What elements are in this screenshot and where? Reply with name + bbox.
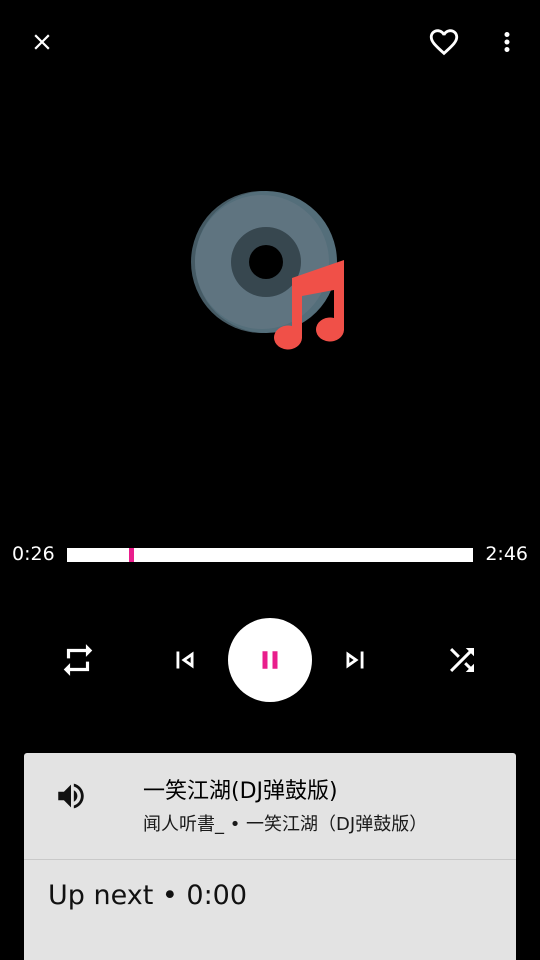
close-button[interactable] bbox=[18, 18, 66, 66]
shuffle-icon bbox=[450, 648, 474, 672]
track-title: 一笑江湖(DJ弹鼓版) bbox=[143, 779, 338, 804]
pause-icon bbox=[262, 651, 278, 669]
repeat-icon bbox=[63, 644, 93, 676]
music-disc-icon bbox=[191, 191, 344, 350]
now-playing-item[interactable]: 一笑江湖(DJ弹鼓版) 闻人听書_ • 一笑江湖（DJ弹鼓版） bbox=[24, 753, 516, 859]
more-options-button[interactable] bbox=[486, 18, 528, 66]
skip-next-icon bbox=[346, 651, 364, 669]
heart-outline-icon bbox=[429, 29, 459, 56]
repeat-button[interactable] bbox=[46, 628, 110, 692]
track-subtitle: 闻人听書_ • 一笑江湖（DJ弹鼓版） bbox=[143, 814, 428, 835]
shuffle-button[interactable] bbox=[430, 628, 494, 692]
volume-icon bbox=[58, 783, 84, 809]
previous-button[interactable] bbox=[153, 628, 217, 692]
total-duration: 2:46 bbox=[485, 543, 528, 565]
play-pause-button[interactable] bbox=[228, 618, 312, 702]
up-next-label: Up next • 0:00 bbox=[48, 880, 248, 911]
seek-bar[interactable] bbox=[67, 548, 473, 562]
seek-thumb[interactable] bbox=[128, 548, 134, 562]
next-button[interactable] bbox=[323, 628, 387, 692]
close-icon bbox=[34, 34, 50, 50]
divider bbox=[24, 859, 516, 860]
elapsed-time: 0:26 bbox=[12, 543, 55, 565]
queue-panel: 一笑江湖(DJ弹鼓版) 闻人听書_ • 一笑江湖（DJ弹鼓版） Up next … bbox=[24, 753, 516, 960]
skip-previous-icon bbox=[176, 651, 194, 669]
more-vert-icon bbox=[504, 32, 510, 52]
favorite-button[interactable] bbox=[420, 18, 468, 66]
